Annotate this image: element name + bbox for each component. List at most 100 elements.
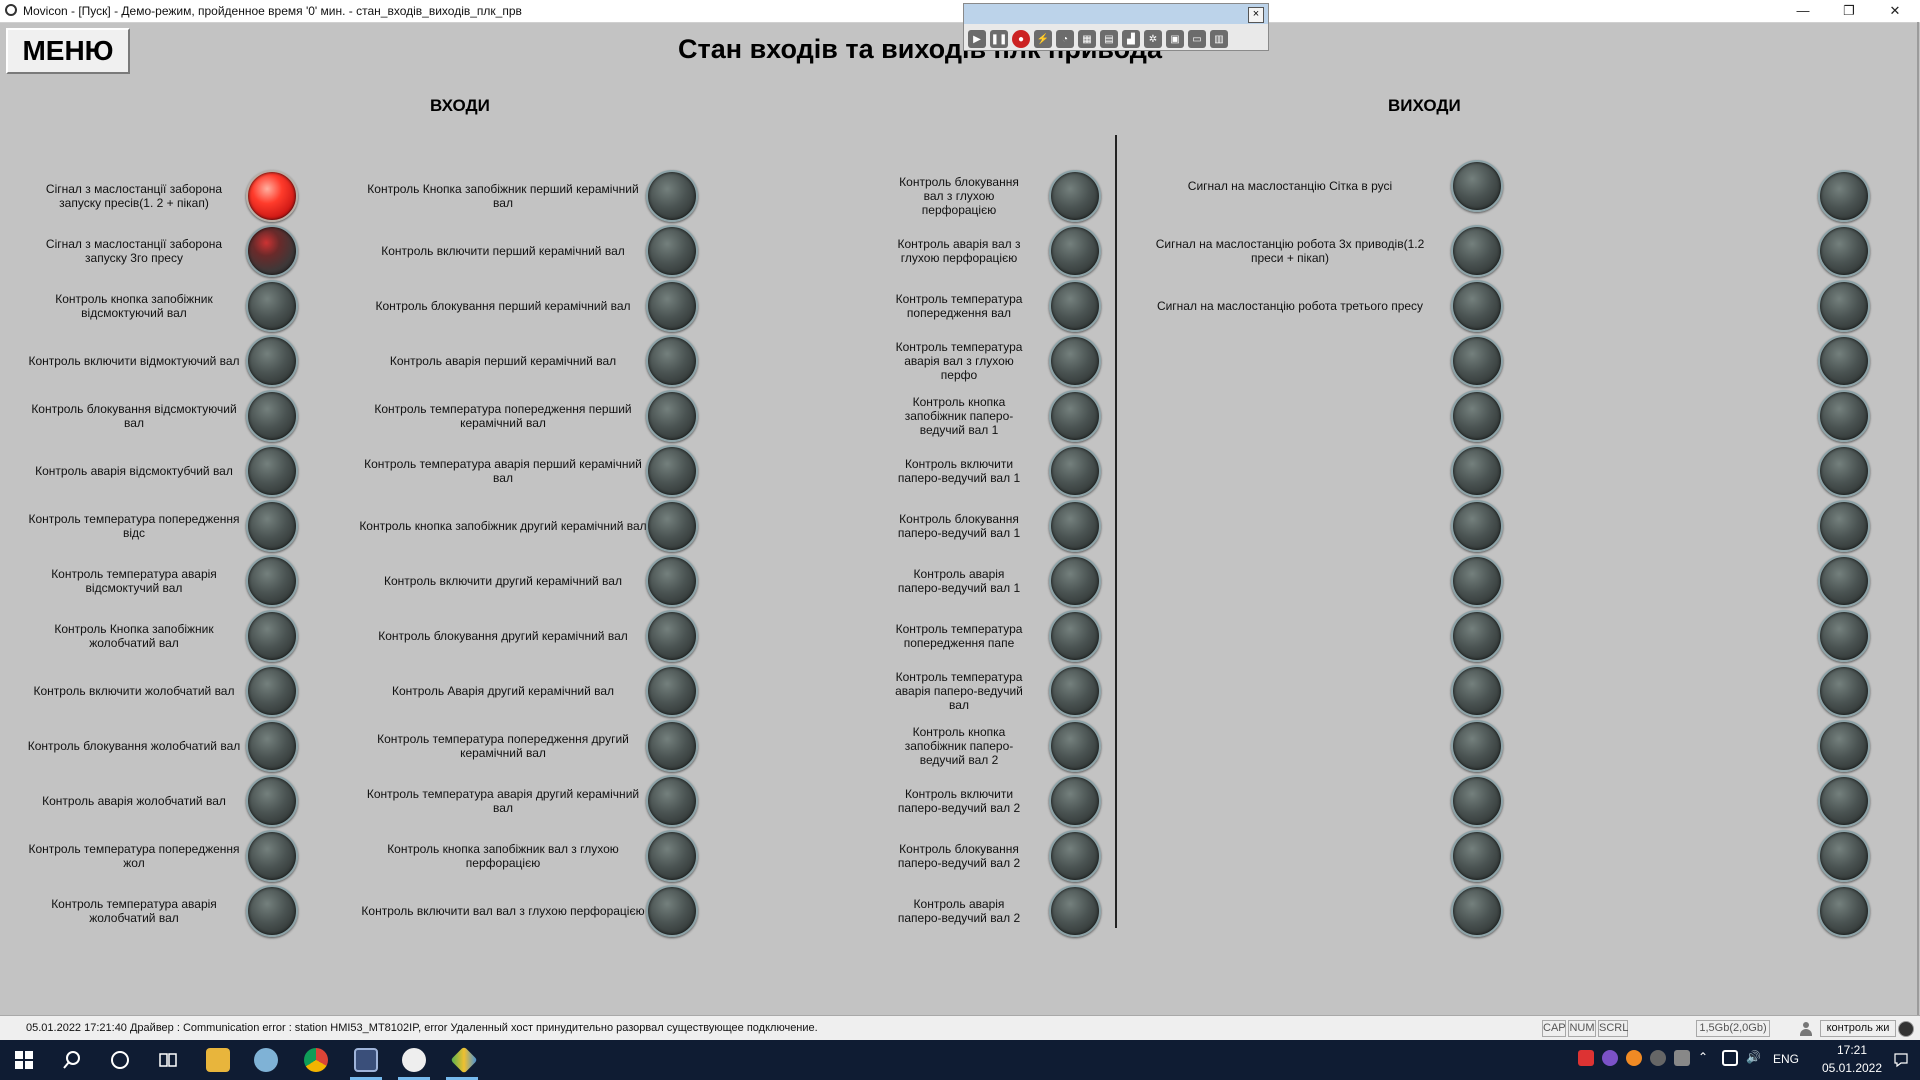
monitor-icon[interactable]: ▭ <box>1188 30 1206 48</box>
task-view-icon[interactable] <box>156 1048 180 1072</box>
tray-app-icon[interactable] <box>1626 1050 1642 1066</box>
chrome-icon[interactable] <box>304 1048 328 1072</box>
pause-icon[interactable]: ❚❚ <box>990 30 1008 48</box>
trash-icon[interactable]: ▥ <box>1210 30 1228 48</box>
outputs-col1-status-lamp <box>1451 555 1503 607</box>
inputs-col2-status-lamp <box>646 390 698 442</box>
inputs-col3-status-lamp <box>1049 885 1101 937</box>
inputs-col3-status-lamp <box>1049 170 1101 222</box>
inputs-col1-signal-label: Контроль кнопка запобіжник відсмоктуючий… <box>55 292 213 320</box>
outputs-col1-status-lamp <box>1451 610 1503 662</box>
inputs-col2-status-lamp <box>646 445 698 497</box>
inputs-col3-signal-label: Контроль аварія вал з глухою перфорацією <box>897 237 1021 265</box>
inputs-col1-status-lamp <box>246 830 298 882</box>
gear-icon[interactable]: ✲ <box>1144 30 1162 48</box>
outputs-col1-signal-label <box>1140 392 1440 440</box>
tray-app-icon[interactable] <box>1674 1050 1690 1066</box>
menu-button[interactable]: МЕНЮ <box>6 28 130 74</box>
inputs-col1-signal-label: Контроль блокування жолобчатий вал <box>27 739 241 753</box>
inputs-col1-status-lamp <box>246 500 298 552</box>
inputs-col2-signal-label: Контроль температура попередження другий… <box>377 732 629 760</box>
inputs-col3-signal-label: Контроль блокування паперо-ведучий вал 2 <box>897 842 1021 870</box>
inputs-col1-status-lamp <box>246 775 298 827</box>
num-indicator: NUM <box>1568 1020 1596 1037</box>
chart-icon[interactable]: ▟ <box>1122 30 1140 48</box>
close-button[interactable]: ✕ <box>1872 0 1918 22</box>
record-icon[interactable]: ● <box>1012 30 1030 48</box>
inputs-col1-signal-label: Контроль Кнопка запобіжник жолобчатий ва… <box>54 622 214 650</box>
viber-icon[interactable] <box>1602 1050 1618 1066</box>
minimize-button[interactable]: — <box>1780 0 1826 22</box>
app-icon[interactable] <box>254 1048 278 1072</box>
outputs-col1-signal-label <box>1140 722 1440 770</box>
inputs-col2-signal-label: Контроль температура попередження перший… <box>374 402 632 430</box>
app-icon[interactable] <box>450 1046 478 1074</box>
user-name: контроль жи <box>1820 1020 1896 1037</box>
movicon-runtime-icon[interactable] <box>402 1048 426 1072</box>
file-explorer-icon[interactable] <box>206 1048 230 1072</box>
notifications-icon[interactable] <box>1893 1052 1909 1068</box>
outputs-col2-status-lamp <box>1818 280 1870 332</box>
inputs-col3-status-lamp <box>1049 775 1101 827</box>
inputs-col3-status-lamp <box>1049 665 1101 717</box>
runtime-toolbar-caption[interactable] <box>964 4 1268 24</box>
outputs-col1-status-lamp <box>1451 885 1503 937</box>
outputs-col1-status-lamp <box>1451 445 1503 497</box>
inputs-col2-signal-label: Контроль температура аварія другий керам… <box>366 787 640 815</box>
restore-button[interactable]: ❐ <box>1826 0 1872 22</box>
inputs-col2-status-lamp <box>646 225 698 277</box>
outputs-col1-status-lamp <box>1451 665 1503 717</box>
search-icon[interactable] <box>60 1048 84 1072</box>
inputs-col1-signal-label: Контроль включити жолобчатий вал <box>33 684 235 698</box>
inputs-col1-status-lamp <box>246 170 298 222</box>
status-lamp-icon <box>1898 1021 1914 1037</box>
clock-date[interactable]: 05.01.2022 <box>1820 1061 1884 1075</box>
inputs-col1-status-lamp <box>246 720 298 772</box>
inputs-col2-status-lamp <box>646 885 698 937</box>
outputs-col1-status-lamp <box>1451 720 1503 772</box>
inputs-col2-signal-label: Контроль Кнопка запобіжник перший керамі… <box>367 182 639 210</box>
document-icon[interactable]: ▤ <box>1100 30 1118 48</box>
inputs-col1-status-lamp <box>246 610 298 662</box>
outputs-col1-signal-label <box>1140 887 1440 935</box>
windows-start-icon[interactable] <box>12 1048 36 1072</box>
play-icon[interactable]: ▶ <box>968 30 986 48</box>
runtime-toolbar: × ▶ ❚❚ ● ⚡ ◔ ▦ ▤ ▟ ✲ ▣ ▭ ▥ <box>963 3 1269 51</box>
inputs-col3-signal-label: Контроль блокування вал з глухою перфора… <box>899 175 1019 217</box>
inputs-col1-status-lamp <box>246 665 298 717</box>
runtime-toolbar-close-button[interactable]: × <box>1248 7 1264 23</box>
inputs-col3-status-lamp <box>1049 445 1101 497</box>
inputs-col1-status-lamp <box>246 280 298 332</box>
inputs-col1-signal-label: Контроль температура попередження жол <box>28 842 240 870</box>
chevron-up-icon[interactable]: ⌃ <box>1698 1050 1708 1064</box>
inputs-col2-signal-label: Контроль блокування перший керамічний ва… <box>375 299 631 313</box>
movicon-app-icon <box>5 4 17 16</box>
inputs-col2-status-lamp <box>646 500 698 552</box>
outputs-col1-signal-label <box>1140 777 1440 825</box>
outputs-col2-status-lamp <box>1818 335 1870 387</box>
tray-app-icon[interactable] <box>1578 1050 1594 1066</box>
outputs-col2-status-lamp <box>1818 830 1870 882</box>
clock-time[interactable]: 17:21 <box>1820 1043 1884 1057</box>
inputs-col3-signal-label: Контроль аварія паперо-ведучий вал 2 <box>897 897 1021 925</box>
save-icon[interactable]: ▣ <box>1166 30 1184 48</box>
volume-icon[interactable]: 🔊 <box>1746 1050 1761 1064</box>
taskbar: ⌃ 🔊 ENG 17:21 05.01.2022 <box>0 1040 1920 1080</box>
inputs-col1-status-lamp <box>246 390 298 442</box>
outputs-col1-status-lamp <box>1451 160 1503 212</box>
table-icon[interactable]: ▦ <box>1078 30 1096 48</box>
inputs-header: ВХОДИ <box>430 96 490 115</box>
inputs-col1-signal-label: Контроль аварія жолобчатий вал <box>42 794 226 808</box>
inputs-col3-status-lamp <box>1049 280 1101 332</box>
movicon-editor-icon[interactable] <box>354 1048 378 1072</box>
outputs-col1-signal-label <box>1140 557 1440 605</box>
network-icon[interactable] <box>1722 1050 1738 1066</box>
cortana-icon[interactable] <box>108 1048 132 1072</box>
language-indicator[interactable]: ENG <box>1773 1052 1799 1066</box>
tray-app-icon[interactable] <box>1650 1050 1666 1066</box>
inputs-col3-status-lamp <box>1049 720 1101 772</box>
lightning-icon[interactable]: ⚡ <box>1034 30 1052 48</box>
outputs-col1-signal-label: Сигнал на маслостанцію робота 3х приводі… <box>1155 237 1425 265</box>
statusbar: 05.01.2022 17:21:40 Драйвер : Communicat… <box>0 1015 1920 1041</box>
clock-icon[interactable]: ◔ <box>1056 30 1074 48</box>
